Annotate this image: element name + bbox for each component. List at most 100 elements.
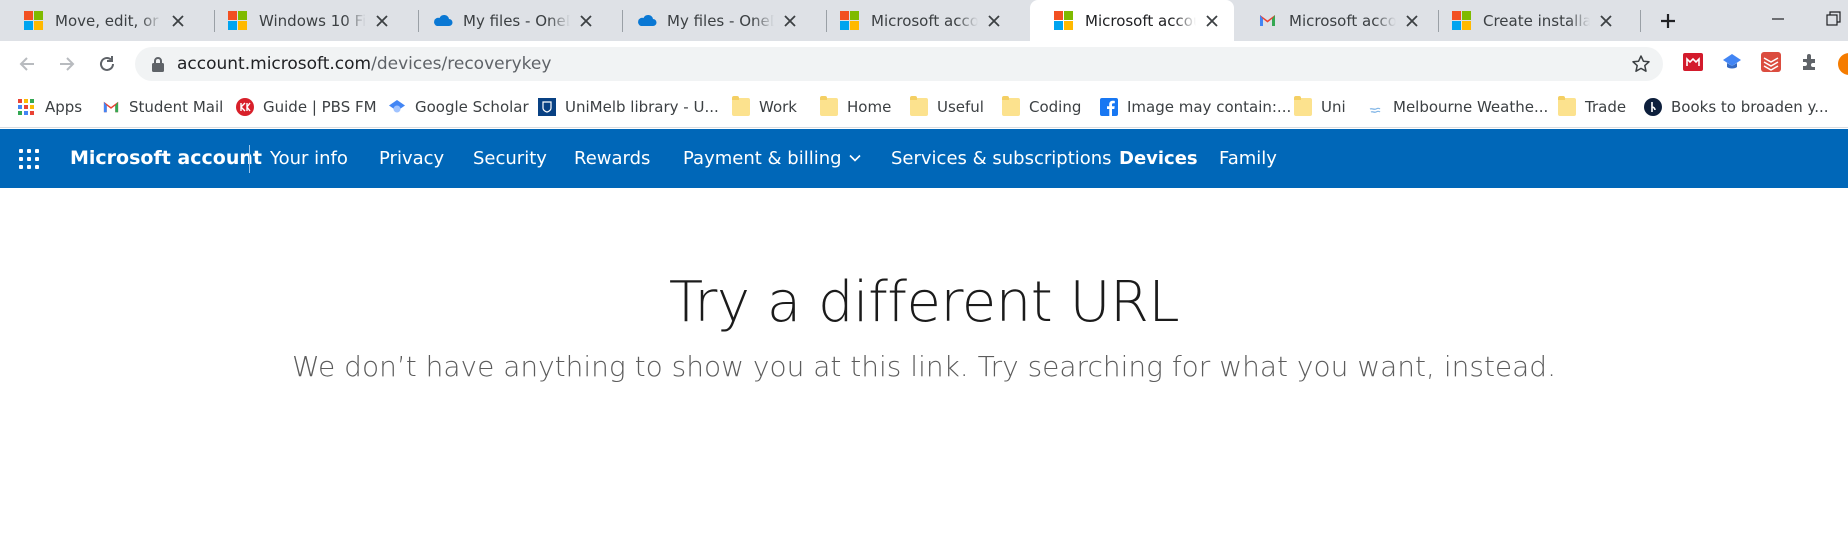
bookmark-home[interactable]: Home [820, 87, 891, 127]
bookmark-melbourne-weather[interactable]: Melbourne Weathe... [1366, 87, 1548, 127]
bookmark-image-may-contain[interactable]: Image may contain:... [1100, 87, 1291, 127]
tab-title: My files - OneDrive [667, 11, 774, 30]
page-subtitle: We don’t have anything to show you at th… [292, 350, 1556, 383]
bookmark-label: Apps [45, 98, 83, 116]
nav-rewards[interactable]: Rewards [574, 129, 650, 188]
address-url[interactable]: account.microsoft.com/devices/recoveryke… [177, 47, 551, 81]
bookmark-work[interactable]: Work [732, 87, 797, 127]
minimize-icon[interactable] [1769, 10, 1787, 28]
nav-payment-billing[interactable]: Payment & billing [683, 129, 862, 188]
bookmark-student-mail[interactable]: Student Mail [102, 87, 223, 127]
bookmark-label: Melbourne Weathe... [1393, 98, 1549, 116]
mendeley-extension-icon[interactable] [1682, 51, 1704, 73]
tab-onedrive-2[interactable]: My files - OneDrive [612, 0, 812, 41]
reload-button[interactable] [94, 51, 120, 77]
address-bar[interactable]: account.microsoft.com/devices/recoveryke… [135, 47, 1663, 81]
profile-avatar[interactable] [1838, 53, 1848, 75]
bookmark-label: Student Mail [129, 98, 224, 116]
bookmark-trade[interactable]: Trade [1558, 87, 1626, 127]
nav-services-subscriptions[interactable]: Services & subscriptions [891, 129, 1112, 188]
tab-title: Windows 10 Finding [259, 11, 366, 30]
chevron-down-icon [848, 154, 861, 162]
puzzle-extensions-icon[interactable] [1799, 51, 1821, 73]
bookmark-label: Home [847, 98, 892, 116]
tab-strip: Move, edit, or delete Windows 10 Finding… [0, 0, 1848, 41]
gmail-logo-icon [1258, 11, 1277, 30]
bookmark-label: Trade [1585, 98, 1627, 116]
bookmark-coding[interactable]: Coding [1002, 87, 1081, 127]
close-icon[interactable] [986, 13, 1002, 29]
tab-separator [1640, 10, 1641, 32]
app-launcher-icon[interactable] [19, 149, 39, 169]
nav-privacy[interactable]: Privacy [379, 129, 444, 188]
folder-icon [1558, 96, 1576, 116]
new-tab-button[interactable] [1655, 8, 1681, 34]
close-icon[interactable] [1598, 13, 1614, 29]
nav-your-info[interactable]: Your info [270, 129, 348, 188]
bookmark-label: Guide | PBS FM [263, 98, 377, 116]
tab-gmail-microsoft-account[interactable]: Microsoft account [1234, 0, 1434, 41]
todoist-extension-icon[interactable] [1760, 51, 1782, 73]
close-icon[interactable] [170, 13, 186, 29]
tab-windows-finding[interactable]: Windows 10 Finding [204, 0, 404, 41]
tab-microsoft-account-active[interactable]: Microsoft account [1030, 0, 1234, 41]
weather-icon [1369, 107, 1381, 113]
bookmark-label: Coding [1029, 98, 1082, 116]
folder-icon [910, 96, 928, 116]
folder-icon [1002, 96, 1020, 116]
folder-icon [820, 96, 838, 116]
bookmark-label: Books to broaden y... [1671, 98, 1829, 116]
star-icon[interactable] [1631, 54, 1651, 74]
tab-title: Create installation [1483, 11, 1590, 30]
scholar-extension-icon[interactable] [1721, 51, 1743, 73]
apps-grid-icon [18, 99, 36, 115]
nav-label: Payment & billing [683, 148, 842, 169]
lock-icon [152, 57, 164, 72]
bookmark-uni[interactable]: Uni [1294, 87, 1346, 127]
ms-account-header: Microsoft account Your info Privacy Secu… [0, 129, 1848, 188]
tab-onedrive-1[interactable]: My files - OneDrive [408, 0, 608, 41]
forward-button[interactable] [54, 51, 80, 77]
tab-create-installation[interactable]: Create installation [1428, 0, 1628, 41]
bookmark-label: Image may contain:... [1127, 98, 1292, 116]
close-icon[interactable] [782, 13, 798, 29]
tab-title: Microsoft account [1085, 11, 1196, 30]
bookmark-label: UniMelb library - U... [565, 98, 719, 116]
header-divider [249, 145, 250, 173]
reload-icon [100, 56, 114, 71]
bookmark-pbs-fm[interactable]: Guide | PBS FM [236, 87, 377, 127]
bookmark-apps[interactable]: Apps [18, 87, 82, 127]
onedrive-cloud-icon [432, 11, 453, 30]
arrow-right-icon [60, 57, 75, 71]
back-button[interactable] [14, 51, 40, 77]
bookmark-books-to-broaden[interactable]: Books to broaden y... [1644, 87, 1829, 127]
bookmark-unimelb-library[interactable]: UniMelb library - U... [538, 87, 719, 127]
bookmark-label: Work [759, 98, 797, 116]
arrow-left-icon [19, 57, 34, 71]
tab-title: Move, edit, or delete [55, 11, 162, 30]
bookmark-google-scholar[interactable]: Google Scholar [388, 87, 529, 127]
microsoft-logo-icon [228, 11, 247, 30]
close-icon[interactable] [1404, 13, 1420, 29]
facebook-icon [1100, 98, 1118, 116]
bookmarks-bar: Apps Student Mail Guide | PBS FM Google … [0, 87, 1848, 128]
close-icon[interactable] [578, 13, 594, 29]
url-domain: account.microsoft.com [177, 54, 372, 74]
tab-move-edit-delete[interactable]: Move, edit, or delete [0, 0, 200, 41]
nav-devices[interactable]: Devices [1119, 129, 1198, 188]
tab-title: My files - OneDrive [463, 11, 570, 30]
close-icon[interactable] [374, 13, 390, 29]
folder-icon [1294, 96, 1312, 116]
nav-family[interactable]: Family [1219, 129, 1277, 188]
bookmark-useful[interactable]: Useful [910, 87, 984, 127]
tab-microsoft-account-1[interactable]: Microsoft account [816, 0, 1016, 41]
microsoft-logo-icon [24, 11, 43, 30]
restore-icon[interactable] [1824, 10, 1842, 28]
microsoft-logo-icon [1452, 11, 1471, 30]
url-path: /devices/recoverykey [371, 54, 552, 74]
brand-link[interactable]: Microsoft account [70, 129, 262, 188]
bookmark-label: Google Scholar [415, 98, 529, 116]
browser-toolbar: account.microsoft.com/devices/recoveryke… [0, 41, 1848, 87]
close-icon[interactable] [1204, 13, 1220, 29]
nav-security[interactable]: Security [473, 129, 547, 188]
